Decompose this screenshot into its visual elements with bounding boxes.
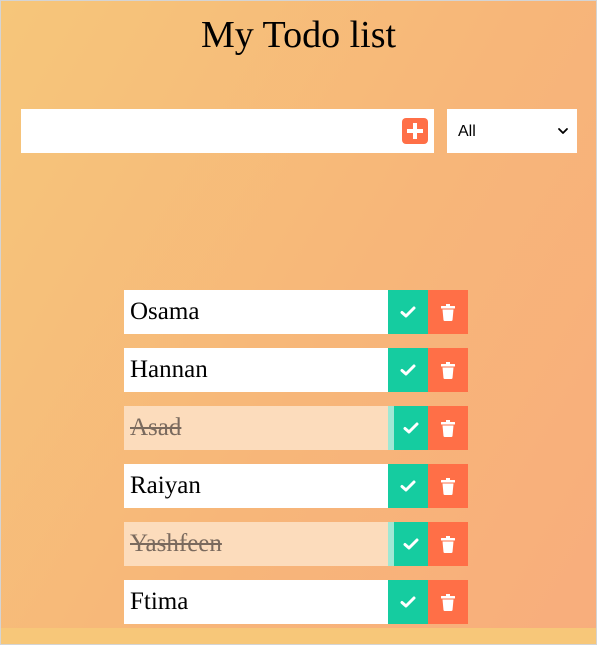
complete-button[interactable] (388, 464, 428, 508)
check-icon (400, 596, 416, 608)
todo-text: Raiyan (124, 464, 388, 508)
plus-square-icon (407, 123, 423, 139)
delete-button[interactable] (428, 406, 468, 450)
todo-text: Asad (124, 406, 388, 450)
delete-button[interactable] (428, 290, 468, 334)
check-icon (403, 538, 419, 550)
todo-item: Hannan (124, 348, 468, 392)
page-title: My Todo list (200, 14, 397, 56)
trash-icon (441, 535, 455, 553)
trash-icon (441, 361, 455, 379)
todo-input-container (21, 109, 434, 153)
complete-button[interactable] (388, 348, 428, 392)
delete-button[interactable] (428, 580, 468, 624)
todo-text: Yashfeen (124, 522, 388, 566)
delete-button[interactable] (428, 464, 468, 508)
check-icon (403, 422, 419, 434)
filter-select[interactable]: All (447, 109, 577, 153)
todo-input[interactable] (21, 109, 391, 153)
delete-button[interactable] (428, 522, 468, 566)
todo-text: Osama (124, 290, 388, 334)
filter-container: All (447, 109, 577, 153)
trash-icon (441, 303, 455, 321)
todo-list: Osama Hannan Asad Raiyan Yashfeen Ftima (124, 290, 468, 638)
todo-text: Ftima (124, 580, 388, 624)
trash-icon (441, 477, 455, 495)
trash-icon (441, 593, 455, 611)
todo-item: Ftima (124, 580, 468, 624)
add-todo-button[interactable] (402, 118, 428, 144)
delete-button[interactable] (428, 348, 468, 392)
todo-item: Osama (124, 290, 468, 334)
check-icon (400, 480, 416, 492)
todo-item: Raiyan (124, 464, 468, 508)
complete-button[interactable] (388, 290, 428, 334)
todo-text: Hannan (124, 348, 388, 392)
check-icon (400, 364, 416, 376)
check-icon (400, 306, 416, 318)
complete-button[interactable] (388, 522, 428, 566)
trash-icon (441, 419, 455, 437)
todo-item: Asad (124, 406, 468, 450)
complete-button[interactable] (388, 580, 428, 624)
todo-item: Yashfeen (124, 522, 468, 566)
complete-button[interactable] (388, 406, 428, 450)
